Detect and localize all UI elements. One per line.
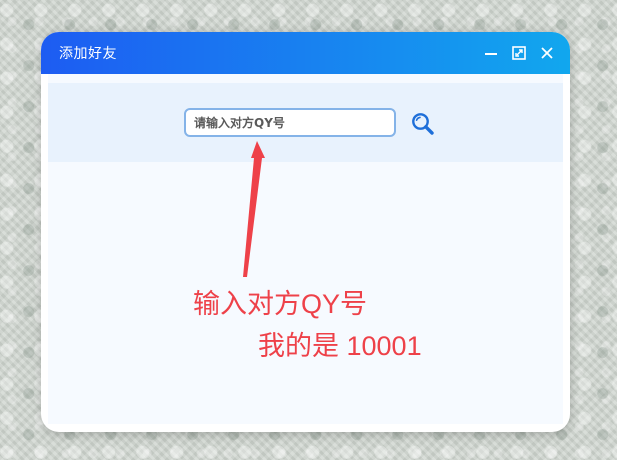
search-button[interactable] <box>410 111 436 137</box>
add-friend-window: 添加好友 <box>41 32 570 432</box>
annotation-line-2: 我的是 10001 <box>258 331 422 361</box>
close-icon <box>541 47 553 59</box>
window-controls <box>482 44 556 62</box>
minimize-icon <box>485 53 497 55</box>
close-button[interactable] <box>538 44 556 62</box>
search-bar-area <box>48 83 563 162</box>
annotation-line-1: 输入对方QY号 <box>193 289 368 319</box>
window-title: 添加好友 <box>59 46 117 62</box>
title-bar[interactable]: 添加好友 <box>41 32 570 74</box>
search-icon <box>412 113 434 135</box>
maximize-button[interactable] <box>510 44 528 62</box>
minimize-button[interactable] <box>482 44 500 62</box>
search-input[interactable] <box>184 108 396 137</box>
window-content <box>48 74 563 424</box>
maximize-icon <box>512 46 526 60</box>
